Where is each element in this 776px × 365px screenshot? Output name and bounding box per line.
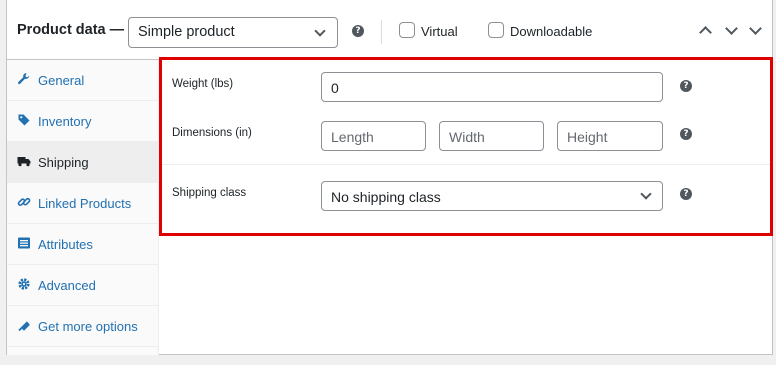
shipping-settings: Weight (lbs) 0 ? Dimensions (in) Length … <box>159 60 773 355</box>
divider <box>159 164 773 165</box>
width-input[interactable]: Width <box>439 121 544 151</box>
downloadable-label: Downloadable <box>510 24 593 39</box>
list-icon <box>18 237 30 249</box>
downloadable-checkbox[interactable] <box>488 22 504 38</box>
product-data-tabs: General Inventory Shipping Linked Produc… <box>7 60 160 355</box>
length-input[interactable]: Length <box>321 121 426 151</box>
tab-linked-products[interactable]: Linked Products <box>7 183 159 224</box>
panel-header: Product data — Simple product ? Virtual … <box>7 0 772 60</box>
tab-inventory[interactable]: Inventory <box>7 101 159 142</box>
plugin-icon <box>18 321 30 332</box>
product-type-value: Simple product <box>138 24 235 40</box>
move-down-icon[interactable] <box>725 22 738 35</box>
link-icon <box>17 197 31 207</box>
tab-label: General <box>38 73 85 88</box>
tab-label: Inventory <box>38 114 92 129</box>
help-icon[interactable]: ? <box>680 128 692 140</box>
virtual-label: Virtual <box>421 24 458 39</box>
tab-label: Linked Products <box>38 196 132 211</box>
tab-get-more-options[interactable]: Get more options <box>7 306 159 347</box>
tab-general[interactable]: General <box>7 60 159 101</box>
width-placeholder: Width <box>449 129 485 145</box>
gear-icon <box>18 278 30 290</box>
weight-label: Weight (lbs) <box>172 78 234 90</box>
product-type-select[interactable]: Simple product <box>128 17 338 48</box>
weight-placeholder: 0 <box>331 80 339 96</box>
chevron-down-icon <box>640 188 652 200</box>
divider <box>381 20 382 44</box>
toggle-panel-icon[interactable] <box>749 22 762 35</box>
height-input[interactable]: Height <box>557 121 663 151</box>
tab-shipping[interactable]: Shipping <box>7 142 160 183</box>
tab-label: Advanced <box>38 278 96 293</box>
tab-label: Shipping <box>38 155 89 170</box>
wrench-icon <box>18 73 29 85</box>
shipping-class-label: Shipping class <box>172 187 247 199</box>
product-data-panel: Product data — Simple product ? Virtual … <box>6 0 773 355</box>
tag-icon <box>18 114 30 126</box>
move-up-icon[interactable] <box>699 26 712 39</box>
shipping-class-select[interactable]: No shipping class <box>321 181 663 211</box>
shipping-class-value: No shipping class <box>331 189 441 205</box>
tab-attributes[interactable]: Attributes <box>7 224 159 265</box>
help-icon[interactable]: ? <box>680 188 692 200</box>
help-icon[interactable]: ? <box>352 25 364 37</box>
truck-icon <box>17 157 31 167</box>
chevron-down-icon <box>314 25 326 37</box>
virtual-checkbox[interactable] <box>399 22 415 38</box>
tab-label: Get more options <box>38 319 138 334</box>
tab-label: Attributes <box>38 237 93 252</box>
help-icon[interactable]: ? <box>680 80 692 92</box>
dimensions-label: Dimensions (in) <box>172 127 252 139</box>
tab-advanced[interactable]: Advanced <box>7 265 159 306</box>
length-placeholder: Length <box>331 129 374 145</box>
height-placeholder: Height <box>567 129 608 145</box>
panel-title: Product data — <box>17 22 125 38</box>
weight-input[interactable]: 0 <box>321 72 663 102</box>
